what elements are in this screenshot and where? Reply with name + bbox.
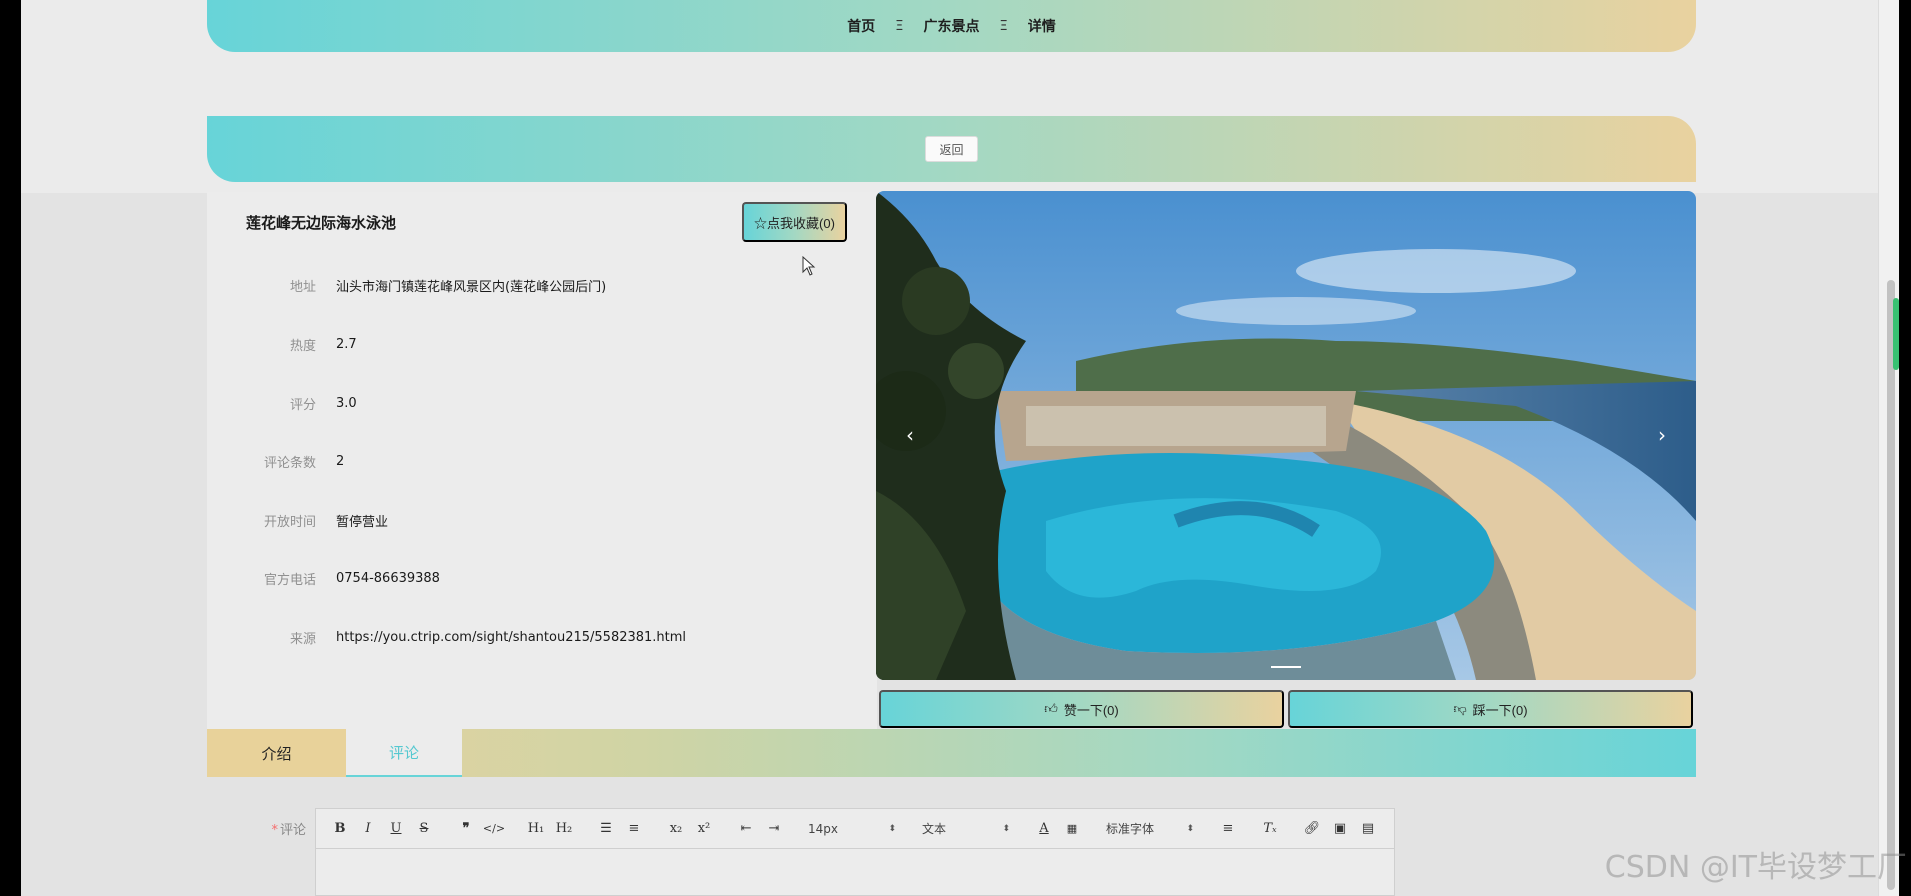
right-border: [1899, 0, 1911, 896]
breadcrumb-separator: Ξ: [895, 18, 904, 34]
select-arrows-icon: ⬍: [1186, 823, 1194, 834]
like-button[interactable]: 👍︎ 赞一下(0): [879, 690, 1284, 728]
field-label: 开放时间: [263, 514, 316, 530]
left-border: [0, 0, 21, 896]
watermark: CSDN @IT毕设梦工厂: [1604, 850, 1907, 885]
rich-text-editor[interactable]: B I U S ❞ </> H₁ H₂ ☰ ≡ x₂ x² ⇤ ⇥ 14px ⬍…: [315, 808, 1395, 896]
field-open-time: 开放时间 暂停营业: [246, 510, 876, 530]
header-type-value: 文本: [922, 822, 947, 836]
bold-icon[interactable]: B: [326, 817, 354, 841]
field-label: 官方电话: [263, 572, 316, 588]
back-button[interactable]: 返回: [925, 136, 978, 162]
pool-photo: [876, 191, 1696, 680]
field-source: 来源 https://you.ctrip.com/sight/shantou21…: [246, 627, 876, 647]
bullet-list-icon[interactable]: ≡: [620, 817, 648, 841]
header-type-select[interactable]: 文本 ⬍: [916, 820, 1016, 837]
superscript-icon[interactable]: x²: [690, 817, 718, 841]
thumbs-down-icon: 👎︎: [1453, 701, 1467, 716]
thumbs-up-icon: 👍︎: [1044, 701, 1058, 716]
field-label: 来源: [289, 631, 316, 647]
clear-format-icon[interactable]: Tₓ: [1256, 817, 1284, 841]
strikethrough-icon[interactable]: S: [410, 817, 438, 841]
breadcrumb-detail: 详情: [1027, 19, 1056, 35]
comment-field-label: * 评论: [256, 819, 306, 838]
like-label: 赞一下(0): [1063, 702, 1119, 718]
breadcrumb-home[interactable]: 首页: [847, 16, 875, 36]
detail-tabs: 介绍 评论: [207, 729, 1696, 777]
field-label: 地址: [289, 279, 316, 295]
image-icon[interactable]: ▣: [1326, 817, 1354, 841]
field-value: 0754-86639388: [336, 570, 440, 586]
field-value: https://you.ctrip.com/sight/shantou215/5…: [336, 629, 687, 645]
tab-intro[interactable]: 介绍: [207, 729, 346, 777]
font-size-value: 14px: [808, 821, 838, 836]
field-value: 暂停营业: [336, 514, 389, 530]
video-icon[interactable]: ▤: [1354, 817, 1382, 841]
field-popularity: 热度 2.7: [246, 334, 876, 354]
back-bar: 返回: [207, 116, 1696, 182]
carousel-prev-button[interactable]: ‹: [896, 421, 924, 449]
blockquote-icon[interactable]: ❞: [452, 817, 480, 841]
scrollbar-thumb[interactable]: [1887, 280, 1895, 890]
heading-2-icon[interactable]: H₂: [550, 817, 578, 841]
italic-icon[interactable]: I: [354, 817, 382, 841]
sight-title: 莲花峰无边际海水泳池: [246, 214, 397, 232]
dislike-button[interactable]: 👎︎ 踩一下(0): [1288, 690, 1693, 728]
field-address: 地址 汕头市海门镇莲花峰风景区内(莲花峰公园后门): [246, 275, 876, 295]
field-value: 2.7: [336, 336, 357, 352]
subscript-icon[interactable]: x₂: [662, 817, 690, 841]
field-label: 评论条数: [263, 455, 316, 471]
editor-toolbar: B I U S ❞ </> H₁ H₂ ☰ ≡ x₂ x² ⇤ ⇥ 14px ⬍…: [316, 809, 1394, 849]
select-arrows-icon: ⬍: [1002, 823, 1010, 834]
breadcrumb: 首页 Ξ 广东景点 Ξ 详情: [207, 0, 1696, 52]
field-rating: 评分 3.0: [246, 393, 876, 413]
code-block-icon[interactable]: </>: [480, 817, 508, 841]
field-comment-count: 评论条数 2: [246, 451, 876, 471]
font-color-icon[interactable]: A: [1030, 817, 1058, 841]
mouse-cursor-icon: [802, 256, 816, 276]
carousel-next-button[interactable]: ›: [1648, 421, 1676, 449]
heading-1-icon[interactable]: H₁: [522, 817, 550, 841]
field-label: 评分: [289, 397, 316, 413]
select-arrows-icon: ⬍: [888, 823, 896, 834]
carousel-indicator[interactable]: [1271, 666, 1301, 668]
required-mark: *: [271, 823, 278, 838]
font-family-value: 标准字体: [1106, 822, 1155, 836]
indent-icon[interactable]: ⇥: [760, 817, 788, 841]
image-carousel[interactable]: ‹ ›: [876, 191, 1696, 680]
underline-icon[interactable]: U: [382, 817, 410, 841]
font-size-select[interactable]: 14px ⬍: [802, 822, 902, 836]
field-value: 汕头市海门镇莲花峰风景区内(莲花峰公园后门): [336, 279, 607, 295]
background-color-icon[interactable]: ▦: [1058, 817, 1086, 841]
favorite-button[interactable]: ☆点我收藏(0): [742, 202, 847, 242]
ordered-list-icon[interactable]: ☰: [592, 817, 620, 841]
outdent-icon[interactable]: ⇤: [732, 817, 760, 841]
tab-comment[interactable]: 评论: [346, 729, 462, 777]
dislike-label: 踩一下(0): [1472, 702, 1528, 718]
link-icon[interactable]: 🔗︎: [1298, 817, 1326, 841]
comment-label-text: 评论: [279, 823, 306, 838]
field-value: 3.0: [336, 395, 357, 411]
font-family-select[interactable]: 标准字体 ⬍: [1100, 820, 1200, 837]
field-label: 热度: [289, 338, 316, 354]
breadcrumb-separator: Ξ: [999, 18, 1008, 34]
field-value: 2: [336, 453, 345, 469]
breadcrumb-guangdong-sights[interactable]: 广东景点: [924, 16, 980, 36]
align-icon[interactable]: ≡: [1214, 817, 1242, 841]
field-phone: 官方电话 0754-86639388: [246, 568, 876, 588]
